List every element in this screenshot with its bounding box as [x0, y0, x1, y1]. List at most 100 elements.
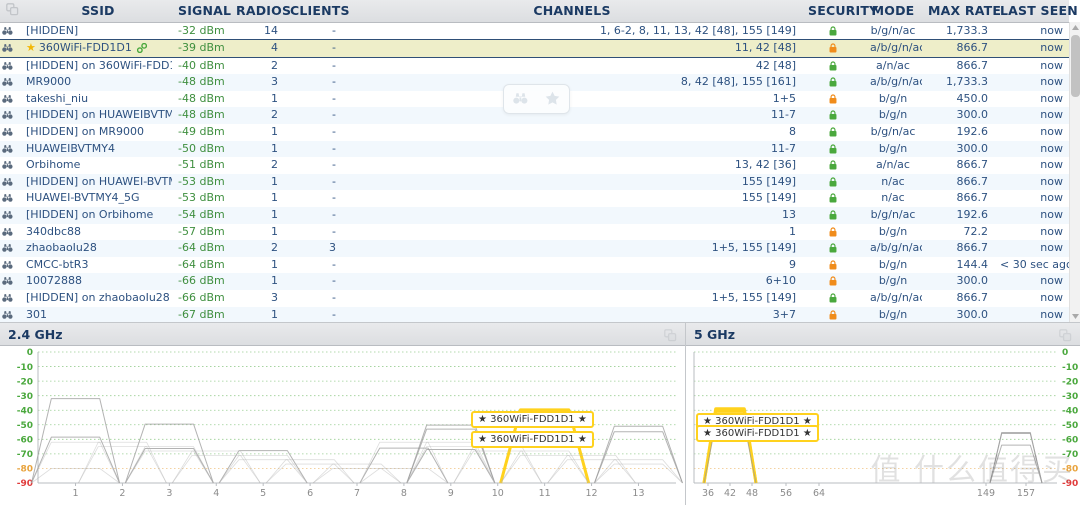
cell-signal: -66 dBm	[178, 291, 225, 304]
table-row[interactable]: [HIDDEN] on 360WiFi-FDD1D1 -40 dBm 2 - 42 [4…	[0, 57, 1069, 75]
star-icon[interactable]	[545, 90, 560, 109]
lock-icon	[829, 142, 837, 155]
svg-text:-30: -30	[17, 392, 33, 402]
column-header-channels[interactable]: CHANNELS	[342, 0, 802, 23]
table-row[interactable]: [HIDDEN] on Orbihome -54 dBm 1 - 13 b/g/n/ac 1…	[0, 207, 1069, 224]
star-icon[interactable]: ★	[26, 41, 36, 54]
scrollbar-thumb[interactable]	[1071, 35, 1080, 97]
cell-channels: 13	[782, 208, 796, 222]
cell-channels: 8	[789, 125, 796, 139]
row-hover-toolbar[interactable]	[503, 84, 570, 114]
cell-channels: 1+5	[772, 91, 796, 105]
table-vertical-scrollbar[interactable]	[1069, 22, 1080, 322]
chart-annotation-label[interactable]: ★ 360WiFi-FDD1D1 ★	[471, 431, 594, 448]
cell-clients: -	[332, 23, 336, 37]
scroll-down-arrow-icon[interactable]	[1070, 311, 1080, 322]
row-type-icon	[0, 273, 24, 290]
cell-radios: 1	[271, 307, 278, 321]
column-header-ssid[interactable]: SSID	[24, 0, 172, 23]
cell-channels: 11-7	[771, 141, 796, 155]
svg-text:-30: -30	[1062, 392, 1078, 402]
cell-clients: -	[332, 91, 336, 105]
lock-icon	[829, 241, 837, 254]
cell-signal: -64 dBm	[178, 257, 225, 271]
cell-clients: -	[332, 224, 336, 238]
cell-mode: a/b/g/n/ac	[870, 241, 922, 255]
svg-text:0: 0	[27, 348, 33, 358]
ssid-label: HUAWEI-BVTMY4_5G	[26, 191, 140, 205]
cell-security	[802, 273, 864, 290]
cell-last-seen: now	[1040, 75, 1063, 89]
column-header-radios[interactable]: RADIOS	[230, 0, 291, 23]
table-row[interactable]: [HIDDEN] on zhaobaoIu28 -66 dBm 3 - 1+5, 155…	[0, 290, 1069, 307]
cell-security	[802, 240, 864, 257]
cell-last-seen: now	[1040, 91, 1063, 105]
column-header-mode[interactable]: MODE	[864, 0, 922, 23]
table-row[interactable]: 340dbc88 -57 dBm 1 - 1 b/g/n 72.2 now	[0, 223, 1069, 241]
binoculars-icon[interactable]	[513, 90, 528, 109]
column-header-clients[interactable]: CLIENTS	[284, 0, 350, 23]
lock-icon	[829, 75, 837, 88]
cell-signal: -48 dBm	[178, 75, 225, 89]
svg-text:5: 5	[260, 488, 266, 499]
network-trace	[31, 441, 120, 484]
table-row[interactable]: 10072888 -66 dBm 1 - 6+10 b/g/n 300.0 now	[0, 273, 1069, 290]
cell-last-seen: now	[1040, 174, 1063, 188]
cell-ssid: takeshi_niu	[24, 91, 172, 108]
scroll-up-arrow-icon[interactable]	[1070, 22, 1080, 33]
column-header-max-rate[interactable]: MAX RATE	[922, 0, 1001, 23]
overlapping-squares-icon[interactable]	[1059, 327, 1072, 346]
overlapping-squares-icon[interactable]	[664, 327, 677, 346]
cell-clients: -	[332, 141, 336, 155]
cell-last-seen: now	[1040, 41, 1063, 55]
cell-clients: -	[332, 307, 336, 321]
plot-2-4ghz[interactable]: 0 -10 -20 -30 -40 -50 -60 -70 -80 -90 1 2 3 4 5 6 7 8 9 10 1…	[0, 346, 685, 505]
table-header: SSID SIGNAL RADIOS CLIENTS CHANNELS SECU…	[0, 0, 1078, 23]
table-row[interactable]: HUAWEI-BVTMY4_5G -53 dBm 1 - 155 [149] n/ac 86…	[0, 190, 1069, 208]
cell-last-seen: now	[1040, 224, 1063, 238]
table-row[interactable]: zhaobaoIu28 -64 dBm 2 3 1+5, 155 [149] a/b/g/…	[0, 240, 1069, 257]
chart-annotation-label[interactable]: ★ 360WiFi-FDD1D1 ★	[696, 425, 819, 442]
column-header-last-seen[interactable]: LAST SEEN	[994, 0, 1078, 23]
network-trace	[218, 459, 308, 484]
row-type-icon	[0, 257, 24, 274]
cell-security	[802, 107, 864, 124]
cell-radios: 1	[271, 91, 278, 105]
table-row[interactable]: [HIDDEN] on HUAWEI-BVTMY4_5G -53 dBm 1 - 155…	[0, 173, 1069, 191]
cell-radios: 3	[271, 291, 278, 304]
table-row[interactable]: [HIDDEN] -32 dBm 14 - 1, 6-2, 8, 11, 13, 42 …	[0, 22, 1069, 40]
chart-annotation-label[interactable]: ★ 360WiFi-FDD1D1 ★	[471, 411, 594, 428]
table-row[interactable]: HUAWEIBVTMY4 -50 dBm 1 - 11-7 b/g/n 300.0 now	[0, 140, 1069, 158]
cell-ssid: [HIDDEN] on HUAWEIBVTMY4	[24, 107, 172, 124]
cell-signal: -53 dBm	[178, 174, 225, 188]
column-header-security[interactable]: SECURITY	[802, 0, 878, 23]
table-row[interactable]: [HIDDEN] on MR9000 -49 dBm 1 - 8 b/g/n/ac 192.…	[0, 124, 1069, 141]
cell-channels: 8, 42 [48], 155 [161]	[680, 75, 796, 89]
column-header-icon[interactable]	[0, 0, 24, 23]
table-row[interactable]: Orbihome -51 dBm 2 - 13, 42 [36] a/n/ac 866.7 n…	[0, 157, 1069, 174]
svg-text:-60: -60	[1062, 436, 1078, 446]
cell-max-rate: 144.4	[956, 257, 989, 271]
cell-clients: -	[332, 257, 336, 271]
cell-ssid: [HIDDEN] on zhaobaoIu28	[24, 290, 172, 307]
ssid-label: [HIDDEN] on zhaobaoIu28	[26, 291, 170, 304]
column-header-signal[interactable]: SIGNAL	[172, 0, 231, 23]
cell-ssid: [HIDDEN] on 360WiFi-FDD1D1	[24, 57, 172, 74]
cell-signal: -51 dBm	[178, 158, 225, 172]
plot-5ghz[interactable]: 0 -10 -20 -30 -40 -50 -60 -70 -80 -90 36 42 48 56 64 14…	[686, 346, 1080, 505]
table-row[interactable]: 301 -67 dBm 1 - 3+7 b/g/n 300.0 now	[0, 306, 1069, 322]
cell-last-seen: < 30 sec ago	[1000, 257, 1069, 271]
table-row[interactable]: CMCC-btR3 -64 dBm 1 - 9 b/g/n 144.4 < 30 sec ag…	[0, 256, 1069, 274]
svg-text:149: 149	[977, 488, 995, 499]
cell-channels: 3+7	[772, 307, 796, 321]
panel-5ghz: 5 GHz 0 -10 -20 -30 -40 -50 -60 -70 -80 -90 36 42 48…	[686, 323, 1080, 505]
lock-icon	[829, 225, 837, 238]
cell-radios: 1	[271, 257, 278, 271]
svg-text:-70: -70	[1062, 450, 1078, 460]
table-row[interactable]: ★ 360WiFi-FDD1D1 -39 dBm 4 - 11, 42 [48] a/b/g…	[0, 39, 1069, 58]
cell-last-seen: now	[1040, 307, 1063, 321]
row-type-icon	[0, 224, 24, 241]
row-type-icon	[0, 207, 24, 224]
cell-signal: -57 dBm	[178, 224, 225, 238]
table-header-row: SSID SIGNAL RADIOS CLIENTS CHANNELS SECU…	[0, 0, 1078, 23]
